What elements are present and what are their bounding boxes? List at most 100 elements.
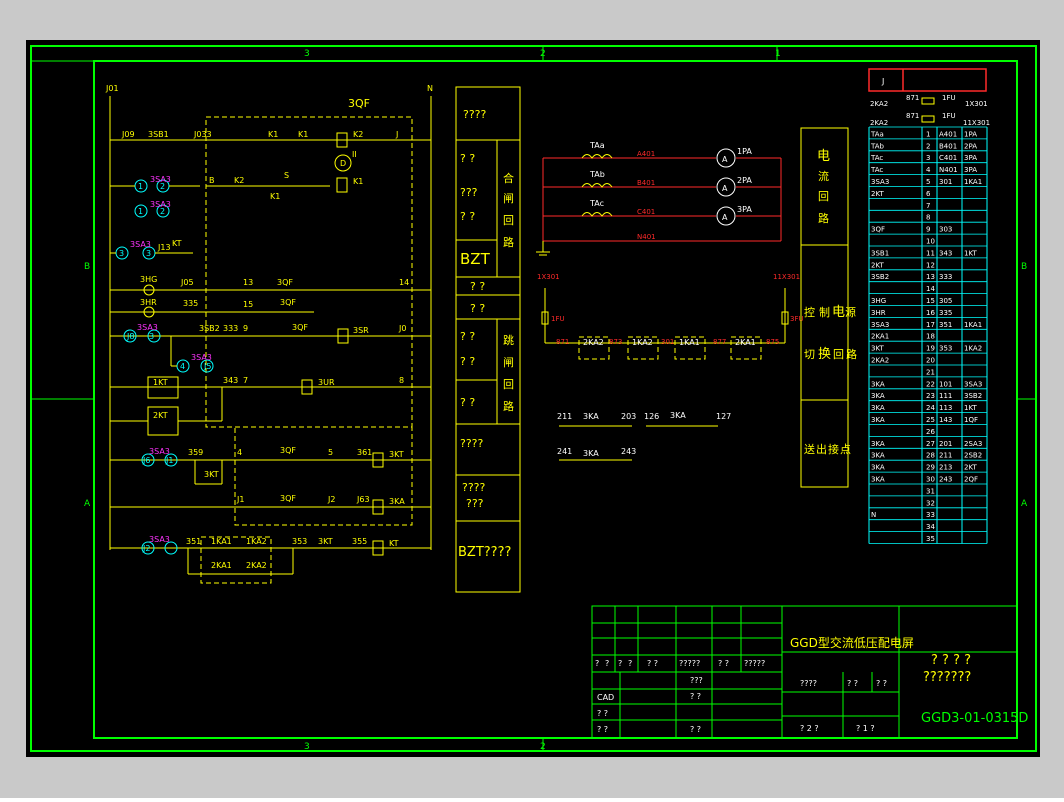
tb-r1-c2: ? xyxy=(605,659,609,668)
coil-2ka1: 2KA1 xyxy=(735,338,756,347)
fn-row-6: ? ? xyxy=(470,280,485,293)
lbl-2ka1: 2KA1 xyxy=(211,561,232,570)
lbl-j1: J1 xyxy=(236,495,244,504)
node-301: 301 xyxy=(661,338,674,346)
fn-trip-2: 闸 xyxy=(503,356,514,369)
tb-row-number: 29 xyxy=(926,464,935,472)
tb-row-wire: 351 xyxy=(939,321,952,329)
tb-row-label: 3QF xyxy=(871,226,885,234)
fuse-3fu: 3FU xyxy=(790,315,804,323)
tb-row-label: TAa xyxy=(870,130,884,138)
lbl-hg: 3HG xyxy=(140,275,157,284)
tb-row-label: 2KA1 xyxy=(871,333,889,341)
tb-r1-c6: ????? xyxy=(679,659,700,668)
lbl-1kt: 1KT xyxy=(153,378,168,387)
tb-row-label: N xyxy=(871,511,876,519)
tb-row-label: 3HR xyxy=(871,309,886,317)
cad-viewport: .f{fill:none;stroke:#00ff00;stroke-width… xyxy=(0,0,1064,798)
tb-row-number: 2 xyxy=(926,142,930,150)
zone-bottom-2: 2 xyxy=(540,742,546,752)
lbl-kt: KT xyxy=(389,539,399,548)
lbl-qf2: 3QF xyxy=(280,298,296,307)
lbl-361: 361 xyxy=(357,448,372,457)
tb-row-label: 3KA xyxy=(871,392,885,400)
contact-1-name: 3KA xyxy=(583,412,599,421)
lbl-k2: K2 xyxy=(353,130,363,139)
tb-top-1-fuse: 1FU xyxy=(942,94,956,102)
fn-row-bzt-2: BZT???? xyxy=(458,545,511,560)
loop-ctrl-2: 制 xyxy=(819,306,830,319)
tb-row-wire: 305 xyxy=(939,297,952,305)
contact-1-b: 203 xyxy=(621,412,636,421)
tb-row-dest: 2QF xyxy=(964,476,978,484)
tb-row-wire: 101 xyxy=(939,380,952,388)
tb-s1: ? ? xyxy=(847,679,858,688)
fn-close-2: 闸 xyxy=(503,192,514,205)
drawing-subtitle-1: ? ? ? ? xyxy=(931,653,971,668)
tb-row-number: 23 xyxy=(926,392,935,400)
loop-current-2: 流 xyxy=(818,169,829,183)
tb-row-dest: 1KT xyxy=(964,404,978,412)
term-3d: 4 xyxy=(180,362,185,371)
tb-row-number: 32 xyxy=(926,499,935,507)
ammeter-2-label: 2PA xyxy=(737,176,752,185)
term-11x301: 11X301 xyxy=(773,273,800,281)
tb-row-number: 11 xyxy=(926,249,935,257)
left-bus-label: J01 xyxy=(105,84,119,93)
node-875: 875 xyxy=(766,338,779,346)
zone-right-b: B xyxy=(1021,262,1027,272)
term-j6: J1 xyxy=(165,456,173,465)
lbl-333: 333 xyxy=(223,324,238,333)
tb-row-wire: 113 xyxy=(939,404,952,412)
tb-row-label: 3KA xyxy=(871,416,885,424)
tb-row-number: 24 xyxy=(926,404,935,412)
loop-current-3: 回 xyxy=(818,190,829,203)
lbl-2kt: 2KT xyxy=(153,411,168,420)
tb-row-wire: 243 xyxy=(939,476,952,484)
fuse-1fu: 1FU xyxy=(551,315,565,323)
tb-row-label: 2KT xyxy=(871,261,885,269)
zone-left-b: B xyxy=(84,262,90,272)
loop-switch-2: 换 xyxy=(818,347,831,362)
right-bus-label: N xyxy=(427,84,433,93)
tb-row-number: 22 xyxy=(926,380,935,388)
lbl-13: 13 xyxy=(243,278,253,287)
tb-row-number: 8 xyxy=(926,214,930,222)
ammeter-1-label: 1PA xyxy=(737,147,752,156)
zone-top-1: 1 xyxy=(775,49,781,59)
tb-row-label: 3KA xyxy=(871,380,885,388)
tb-row-label: TAc xyxy=(870,154,883,162)
term-1b: 1 xyxy=(138,207,143,216)
loop-ctrl-1: 控 xyxy=(804,305,815,319)
tb-r1-c3: ? xyxy=(618,659,622,668)
loop-switch-1: 切 xyxy=(804,348,815,361)
fn-row-12: ???? xyxy=(460,437,484,450)
lbl-343: 343 xyxy=(223,376,238,385)
term-3c: J8 xyxy=(126,332,134,341)
tb-row-number: 28 xyxy=(926,452,935,460)
ammeter-2-symbol: A xyxy=(722,184,728,193)
lbl-hr: 3HR xyxy=(140,298,157,307)
wire-b401: B401 xyxy=(637,179,655,187)
tb-top-2-fuse: 1FU xyxy=(942,112,956,120)
lbl-9: 9 xyxy=(243,324,248,333)
drawing-subtitle-2: ??????? xyxy=(923,670,971,685)
lbl-351: 351 xyxy=(186,537,201,546)
tb-row-number: 27 xyxy=(926,440,935,448)
lbl-j05: J05 xyxy=(180,278,194,287)
tb-row-dest: 2KT xyxy=(964,464,978,472)
lbl-sa3a: 3SA3 xyxy=(150,175,171,184)
tb-row-label: 3KA xyxy=(871,452,885,460)
term-1x301: 1X301 xyxy=(537,273,560,281)
tb-row-wire: C401 xyxy=(939,154,957,162)
tb-row-number: 10 xyxy=(926,238,935,246)
lbl-j033: J033 xyxy=(193,130,212,139)
lbl-sb2: 3SB2 xyxy=(199,324,220,333)
tb-row-label: 3KT xyxy=(871,345,885,353)
fn-row-14: ??? xyxy=(466,497,484,510)
ct-c: TAc xyxy=(589,199,604,208)
tb-row-number: 9 xyxy=(926,226,930,234)
tb-row-number: 19 xyxy=(926,345,935,353)
tb-top-1-wire: 871 xyxy=(906,94,919,102)
wire-a401: A401 xyxy=(637,150,655,158)
